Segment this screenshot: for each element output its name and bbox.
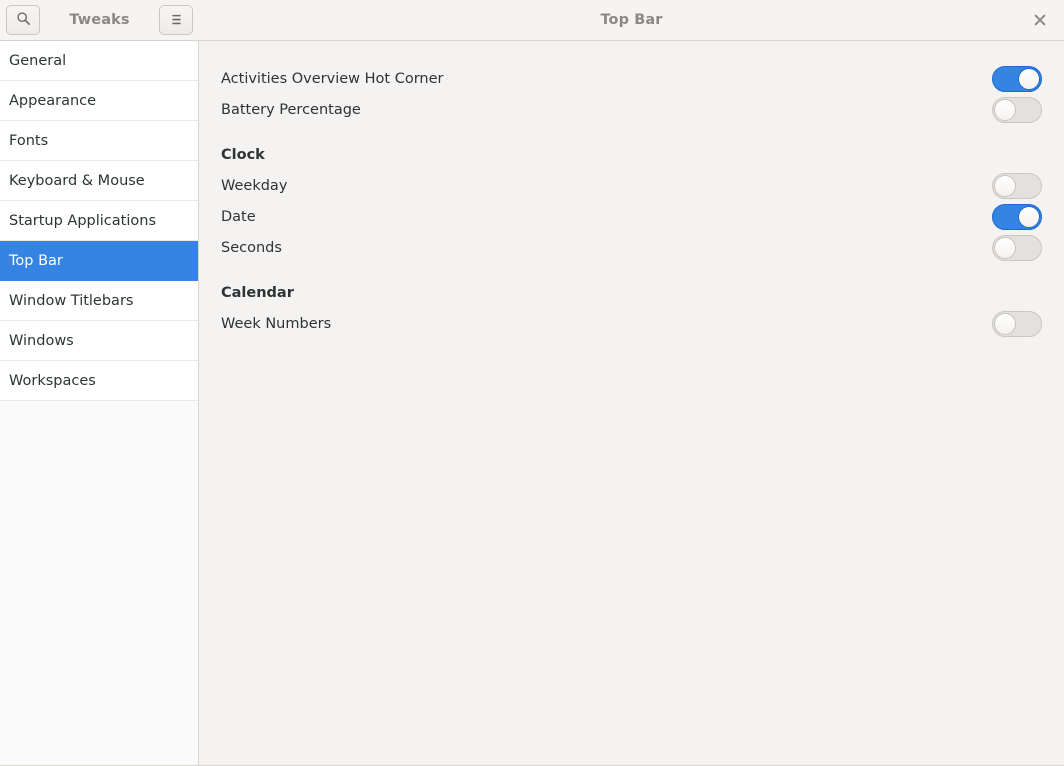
- page-title: Top Bar: [600, 12, 662, 29]
- setting-row-week-numbers: Week Numbers: [221, 308, 1042, 339]
- sidebar-list: General Appearance Fonts Keyboard & Mous…: [0, 41, 198, 401]
- window-body: General Appearance Fonts Keyboard & Mous…: [0, 41, 1064, 766]
- sidebar-item-label: Keyboard & Mouse: [9, 173, 145, 189]
- toggle-knob: [994, 237, 1016, 259]
- header-left-section: Tweaks: [0, 0, 199, 40]
- setting-label: Seconds: [221, 240, 282, 256]
- sidebar-item-label: Fonts: [9, 133, 48, 149]
- search-button[interactable]: [6, 5, 40, 35]
- toggle-knob: [994, 175, 1016, 197]
- section-heading-clock: Clock: [221, 139, 1042, 170]
- toggle-week-numbers[interactable]: [992, 311, 1042, 337]
- sidebar-item-label: Windows: [9, 333, 74, 349]
- sidebar-item-general[interactable]: General: [0, 41, 198, 81]
- toggle-date[interactable]: [992, 204, 1042, 230]
- app-title: Tweaks: [40, 12, 159, 29]
- toggle-knob: [994, 99, 1016, 121]
- sidebar-item-windows[interactable]: Windows: [0, 321, 198, 361]
- sidebar-item-label: Top Bar: [9, 253, 63, 269]
- toggle-knob: [994, 313, 1016, 335]
- toggle-seconds[interactable]: [992, 235, 1042, 261]
- setting-row-seconds: Seconds: [221, 232, 1042, 263]
- sidebar: General Appearance Fonts Keyboard & Mous…: [0, 41, 199, 766]
- sidebar-item-label: Appearance: [9, 93, 96, 109]
- sidebar-item-keyboard-mouse[interactable]: Keyboard & Mouse: [0, 161, 198, 201]
- header-right-section: Top Bar: [199, 0, 1064, 40]
- setting-label: Week Numbers: [221, 316, 331, 332]
- setting-label: Date: [221, 209, 256, 225]
- setting-label: Weekday: [221, 178, 287, 194]
- sidebar-item-workspaces[interactable]: Workspaces: [0, 361, 198, 401]
- toggle-battery-percentage[interactable]: [992, 97, 1042, 123]
- setting-row-weekday: Weekday: [221, 170, 1042, 201]
- sidebar-item-label: Window Titlebars: [9, 293, 133, 309]
- sidebar-item-label: General: [9, 53, 66, 69]
- toggle-activities-overview-hot-corner[interactable]: [992, 66, 1042, 92]
- search-icon: [16, 11, 31, 30]
- setting-row-battery-percentage: Battery Percentage: [221, 94, 1042, 125]
- section-spacer: [221, 263, 1042, 277]
- hamburger-menu-icon: [169, 11, 184, 30]
- close-window-button[interactable]: [1029, 9, 1051, 31]
- tweaks-window: Tweaks Top Bar: [0, 0, 1064, 766]
- sidebar-item-startup-applications[interactable]: Startup Applications: [0, 201, 198, 241]
- sidebar-item-label: Workspaces: [9, 373, 96, 389]
- setting-label: Battery Percentage: [221, 102, 361, 118]
- sidebar-item-top-bar[interactable]: Top Bar: [0, 241, 198, 281]
- toggle-knob: [1018, 206, 1040, 228]
- toggle-weekday[interactable]: [992, 173, 1042, 199]
- section-spacer: [221, 125, 1042, 139]
- sidebar-item-fonts[interactable]: Fonts: [0, 121, 198, 161]
- main-menu-button[interactable]: [159, 5, 193, 35]
- header-bar: Tweaks Top Bar: [0, 0, 1064, 41]
- sidebar-empty-space: [0, 401, 198, 766]
- sidebar-item-window-titlebars[interactable]: Window Titlebars: [0, 281, 198, 321]
- setting-row-date: Date: [221, 201, 1042, 232]
- sidebar-item-appearance[interactable]: Appearance: [0, 81, 198, 121]
- close-icon: [1034, 14, 1046, 26]
- section-heading-calendar: Calendar: [221, 277, 1042, 308]
- setting-label: Activities Overview Hot Corner: [221, 71, 443, 87]
- settings-panel: Activities Overview Hot Corner Battery P…: [199, 41, 1064, 766]
- sidebar-item-label: Startup Applications: [9, 213, 156, 229]
- setting-row-activities-overview-hot-corner: Activities Overview Hot Corner: [221, 63, 1042, 94]
- toggle-knob: [1018, 68, 1040, 90]
